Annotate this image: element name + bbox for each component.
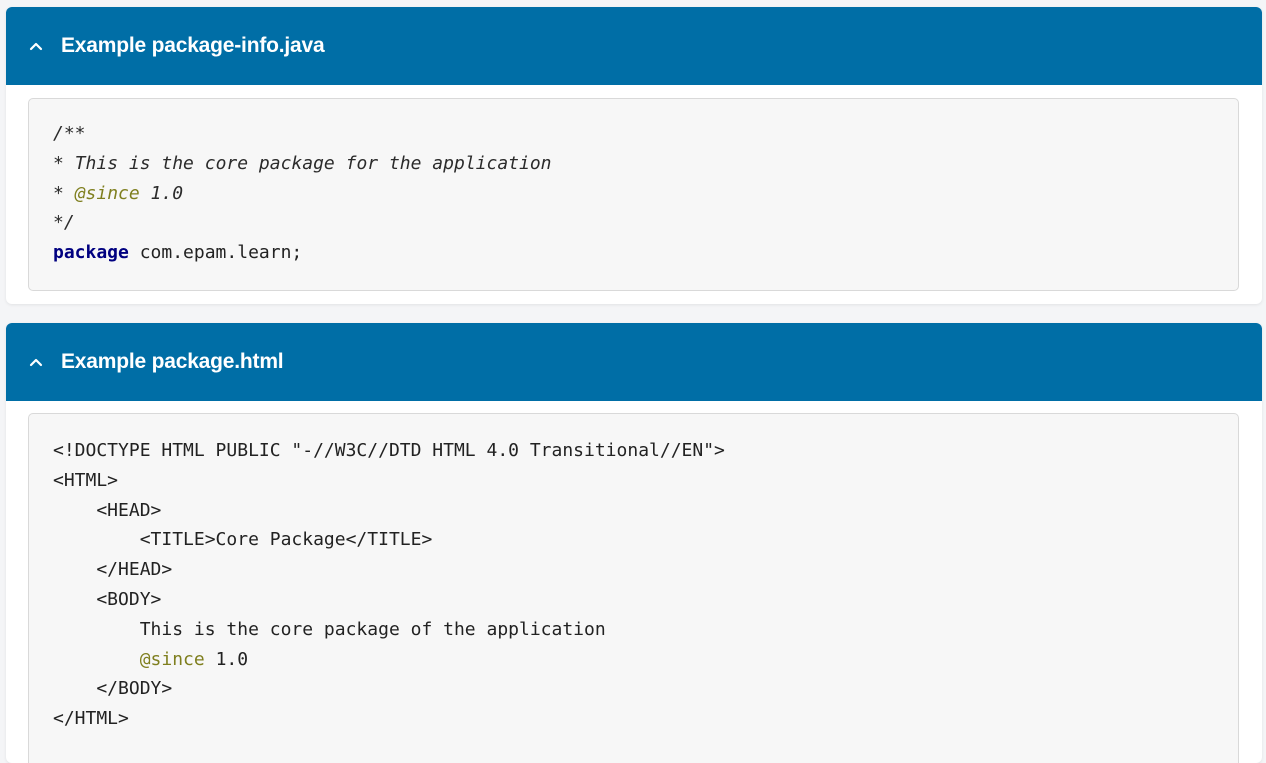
code-line: /** bbox=[53, 123, 86, 144]
code-line: @since 1.0 bbox=[53, 645, 725, 675]
code-line: <HTML> bbox=[53, 469, 119, 491]
package-name: com.epam.learn; bbox=[128, 242, 303, 264]
since-value: 1.0 bbox=[139, 182, 184, 204]
javadoc-since-tag: @since bbox=[139, 648, 205, 670]
accordion-panel-package-html: Example package.html <!DOCTYPE HTML PUBL… bbox=[6, 323, 1262, 763]
keyword-package: package bbox=[53, 242, 129, 264]
code-line: </HEAD> bbox=[53, 559, 173, 581]
comment-prefix: * bbox=[53, 182, 75, 204]
code-line: * @since 1.0 bbox=[53, 179, 552, 209]
code-line: <!DOCTYPE HTML PUBLIC "-//W3C//DTD HTML … bbox=[53, 440, 725, 461]
code-line: package com.epam.learn; bbox=[53, 238, 552, 268]
code-line: <BODY> bbox=[53, 588, 162, 610]
code-line: <TITLE>Core Package</TITLE> bbox=[53, 529, 433, 551]
accordion-title: Example package.html bbox=[61, 350, 284, 373]
accordion-panel-package-info: Example package-info.java /** * This is t… bbox=[6, 7, 1262, 304]
code-line: </HTML> bbox=[53, 708, 129, 730]
comment-prefix: * bbox=[53, 152, 75, 174]
code-line: * This is the core package for the appli… bbox=[53, 149, 552, 179]
accordion-header-package-info[interactable]: Example package-info.java bbox=[6, 7, 1262, 85]
accordion-header-package-html[interactable]: Example package.html bbox=[6, 323, 1262, 401]
javadoc-since-tag: @since bbox=[74, 182, 140, 204]
comment-text: This is the core package for the applica… bbox=[74, 152, 552, 174]
code-line: This is the core package of the applicat… bbox=[53, 618, 606, 640]
accordion-title: Example package-info.java bbox=[61, 34, 325, 57]
code-content: <!DOCTYPE HTML PUBLIC "-//W3C//DTD HTML … bbox=[53, 436, 725, 734]
code-line: <HEAD> bbox=[53, 499, 162, 521]
chevron-up-icon[interactable] bbox=[25, 35, 47, 57]
chevron-up-icon[interactable] bbox=[25, 351, 47, 373]
code-block-java: /** * This is the core package for the ap… bbox=[28, 98, 1239, 291]
code-line: </BODY> bbox=[53, 678, 173, 700]
code-content: /** * This is the core package for the ap… bbox=[53, 119, 552, 268]
since-value: 1.0 bbox=[204, 648, 249, 670]
code-line: */ bbox=[53, 212, 75, 234]
code-block-html: <!DOCTYPE HTML PUBLIC "-//W3C//DTD HTML … bbox=[28, 413, 1239, 763]
